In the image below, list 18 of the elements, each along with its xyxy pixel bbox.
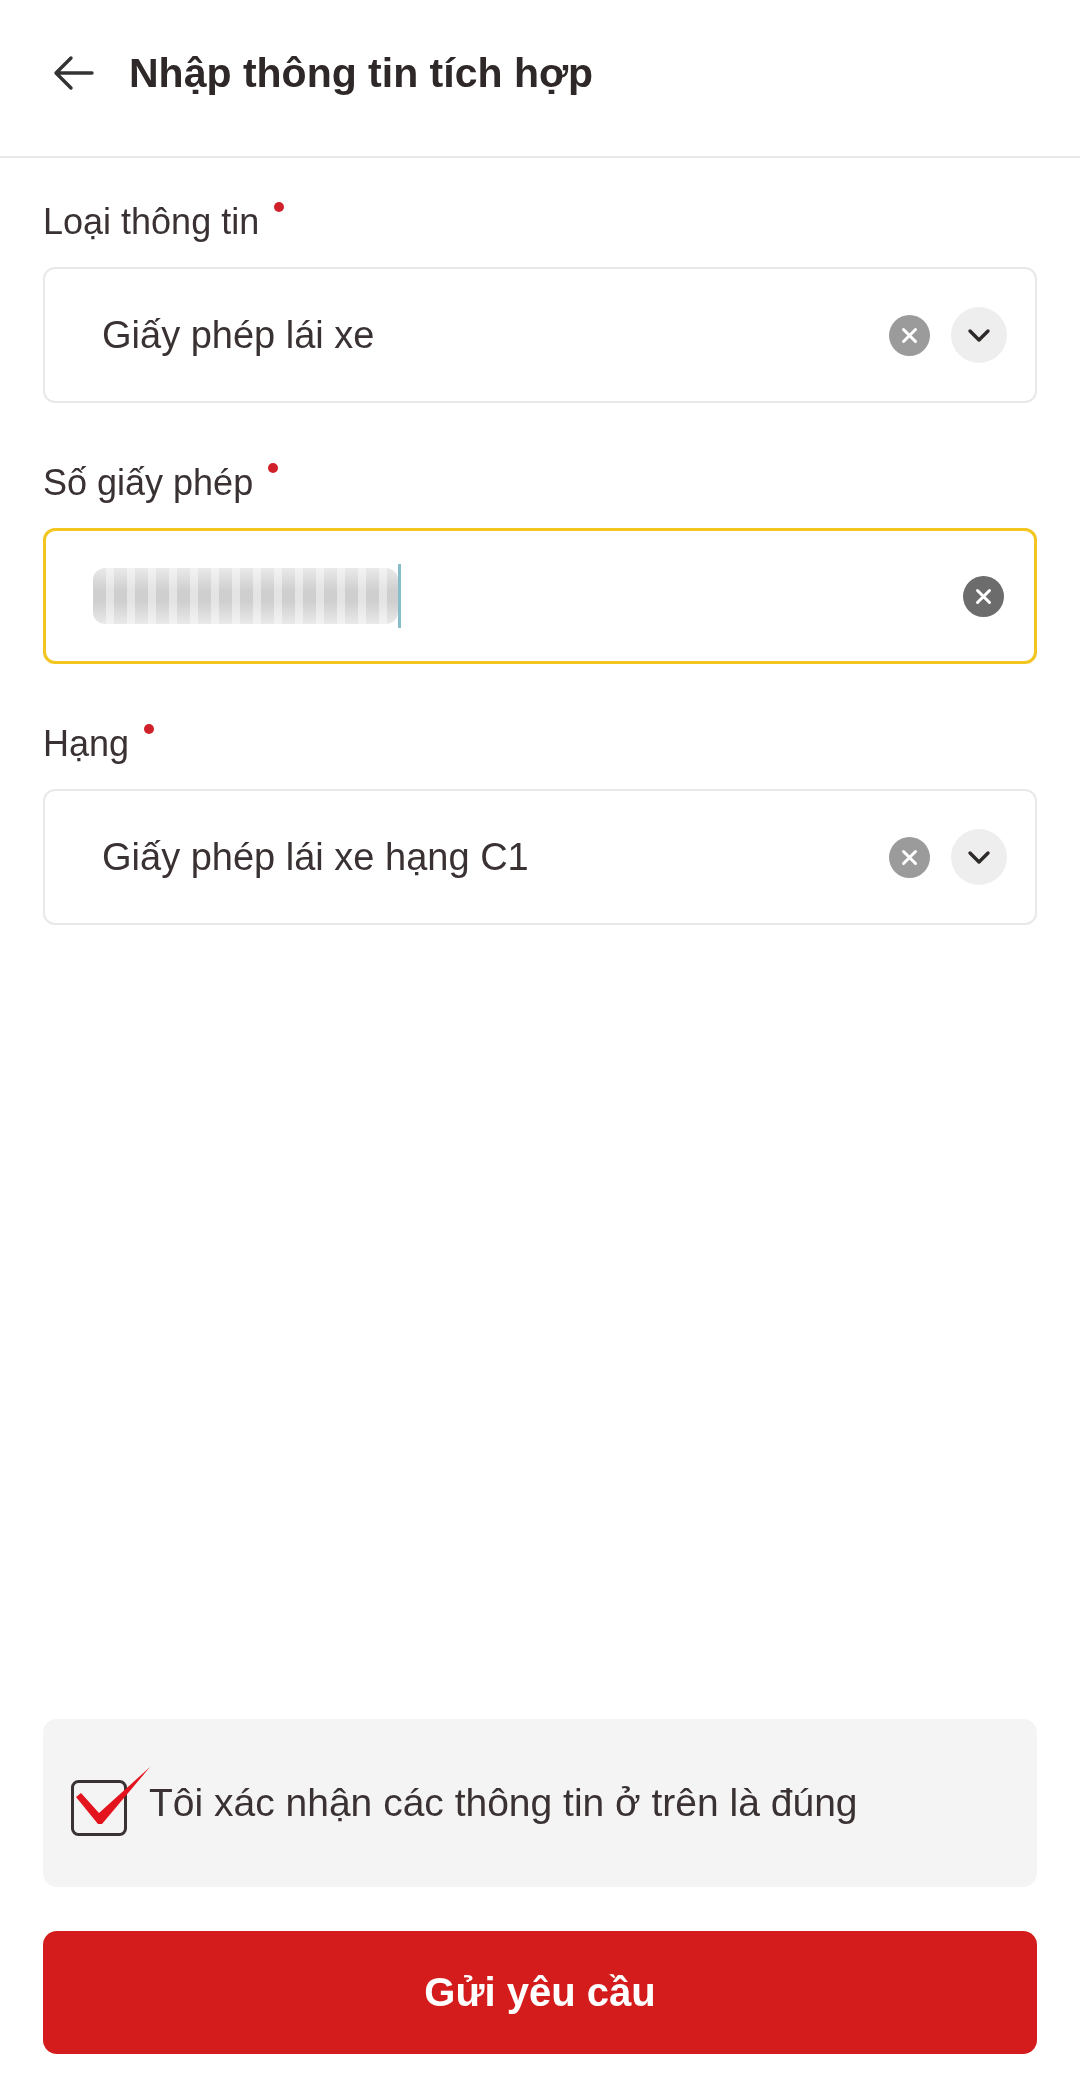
dropdown-field[interactable]: Giấy phép lái xe — [43, 267, 1037, 403]
chevron-down-icon[interactable] — [951, 829, 1007, 885]
clear-icon[interactable] — [963, 575, 1004, 617]
arrow-left-icon — [52, 55, 94, 91]
clear-icon[interactable] — [889, 836, 930, 878]
page-title: Nhập thông tin tích hợp — [129, 49, 594, 97]
clear-icon[interactable] — [889, 314, 930, 356]
confirmation-text: Tôi xác nhận các thông tin ở trên là đúng — [149, 1781, 858, 1825]
dropdown-field[interactable]: Giấy phép lái xe hạng C1 — [43, 789, 1037, 925]
field-label: Loại thông tin — [43, 200, 260, 244]
chevron-down-icon[interactable] — [951, 307, 1007, 363]
field-label: Hạng — [43, 722, 130, 766]
submit-button[interactable]: Gửi yêu cầu — [43, 1931, 1037, 2054]
back-button[interactable] — [52, 55, 94, 91]
field-label: Số giấy phép — [43, 461, 254, 505]
text-input-field[interactable] — [43, 528, 1037, 664]
text-caret — [398, 564, 401, 628]
checkbox-icon[interactable] — [71, 1766, 151, 1836]
